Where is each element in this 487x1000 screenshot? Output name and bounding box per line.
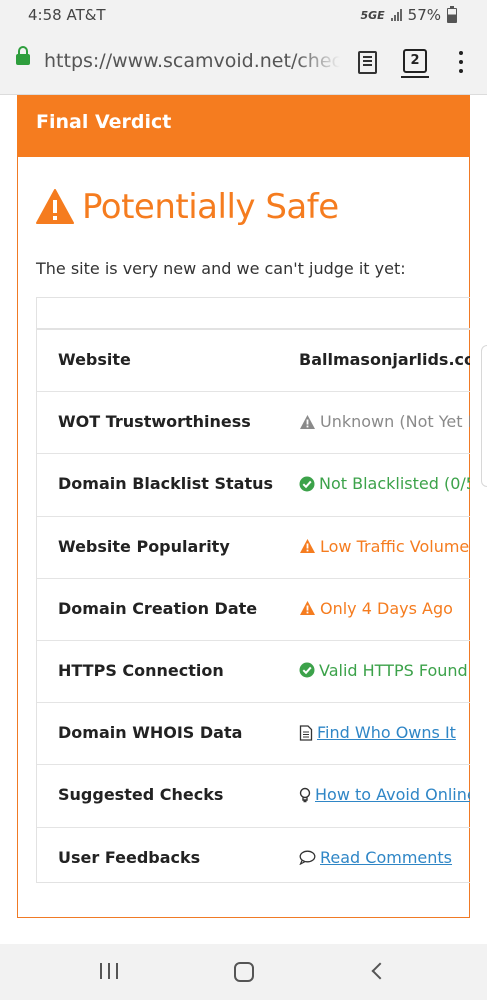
lock-icon[interactable] xyxy=(16,46,30,65)
table-row-https: HTTPS Connection Valid HTTPS Found xyxy=(37,641,470,704)
check-circle-icon xyxy=(299,662,315,678)
row-label: Domain Creation Date xyxy=(58,598,258,618)
results-table: Website Ballmasonjarlids.com WOT Trustwo… xyxy=(36,297,470,883)
verdict-text: Potentially Safe xyxy=(82,187,339,227)
home-icon[interactable] xyxy=(234,962,254,982)
browser-toolbar: https://www.scamvoid.net/check 2 xyxy=(0,32,487,95)
warning-icon xyxy=(36,189,74,224)
battery-level: 57% xyxy=(407,6,441,24)
signal-icon xyxy=(390,9,402,21)
table-row-blacklist: Domain Blacklist Status Not Blacklisted … xyxy=(37,454,470,517)
row-label: WOT Trustworthiness xyxy=(58,412,251,432)
row-label: Domain Blacklist Status xyxy=(58,474,274,494)
row-label: Website xyxy=(58,350,131,369)
row-value: Ballmasonjarlids.com xyxy=(299,350,470,369)
whois-link[interactable]: Find Who Owns It xyxy=(317,723,456,742)
clock: 4:58 AT&T xyxy=(28,6,106,24)
warning-icon xyxy=(300,539,315,554)
status-bar: 4:58 AT&T 5GE 57% xyxy=(0,0,487,32)
table-header xyxy=(37,298,470,330)
row-label: Suggested Checks xyxy=(58,785,224,805)
verdict-subtitle: The site is very new and we can't judge … xyxy=(36,259,406,278)
row-value: Low Traffic Volume xyxy=(299,537,469,556)
table-row-popularity: Website Popularity Low Traffic Volume xyxy=(37,517,470,579)
table-row-wot: WOT Trustworthiness Unknown (Not Yet Rat… xyxy=(37,392,470,455)
row-value: Read Comments xyxy=(299,848,452,867)
row-label: HTTPS Connection xyxy=(58,660,224,680)
more-vert-icon[interactable] xyxy=(456,51,466,75)
warning-icon xyxy=(300,414,315,429)
row-label: User Feedbacks xyxy=(58,847,201,867)
row-label: Domain WHOIS Data xyxy=(58,723,243,743)
document-icon xyxy=(299,724,313,741)
card-header: Final Verdict xyxy=(17,95,470,157)
tab-switcher-button[interactable]: 2 xyxy=(401,49,429,78)
system-nav-bar xyxy=(0,944,487,1000)
comment-icon xyxy=(299,850,316,865)
read-comments-link[interactable]: Read Comments xyxy=(320,848,452,867)
verdict: Potentially Safe xyxy=(36,187,339,227)
row-value: Only 4 Days Ago xyxy=(299,599,453,618)
table-row-whois: Domain WHOIS Data Find Who Owns It xyxy=(37,703,470,766)
status-icons: 5GE 57% xyxy=(360,5,457,24)
row-value: Valid HTTPS Found xyxy=(299,661,468,680)
row-value: Find Who Owns It xyxy=(299,723,456,742)
back-icon[interactable] xyxy=(371,962,389,980)
table-row-suggested: Suggested Checks How to Avoid Online Sca… xyxy=(37,765,470,828)
warning-icon xyxy=(300,601,315,616)
row-value: Unknown (Not Yet Rated) xyxy=(299,412,470,431)
table-row-website: Website Ballmasonjarlids.com xyxy=(37,330,470,393)
row-label: Website Popularity xyxy=(58,536,230,556)
scroll-handle[interactable] xyxy=(481,345,487,487)
lightbulb-icon xyxy=(299,787,311,803)
recent-apps-icon[interactable] xyxy=(100,963,118,979)
row-value: How to Avoid Online Scams xyxy=(299,785,470,804)
reader-mode-icon[interactable] xyxy=(358,51,377,74)
table-row-creation-date: Domain Creation Date Only 4 Days Ago xyxy=(37,579,470,641)
table-row-feedbacks: User Feedbacks Read Comments xyxy=(37,828,470,883)
network-type: 5GE xyxy=(360,8,385,22)
check-circle-icon xyxy=(299,476,315,492)
row-value: Not Blacklisted (0/50) xyxy=(299,474,470,493)
avoid-scams-link[interactable]: How to Avoid Online Scams xyxy=(315,785,470,804)
url-field[interactable]: https://www.scamvoid.net/check xyxy=(44,50,340,72)
card-title: Final Verdict xyxy=(36,111,172,133)
final-verdict-card: Final Verdict Potentially Safe The site … xyxy=(17,95,470,918)
battery-icon xyxy=(447,5,457,23)
